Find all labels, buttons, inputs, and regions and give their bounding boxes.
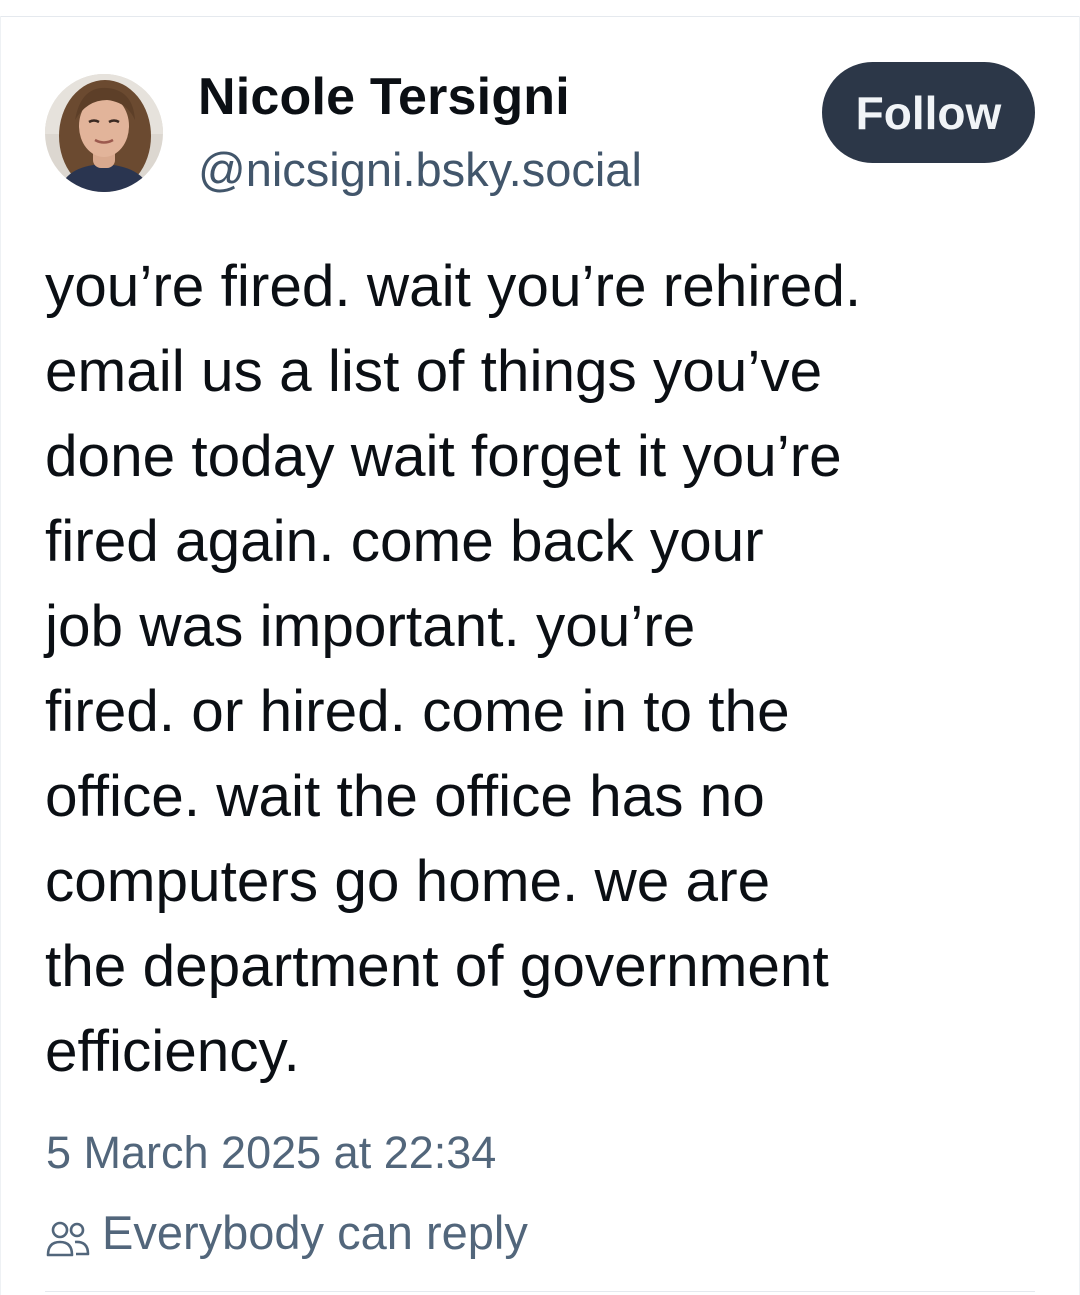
top-divider <box>0 16 1080 17</box>
post-text-line: fired again. come back your <box>45 509 764 574</box>
avatar-photo-icon <box>45 74 163 192</box>
bottom-divider <box>45 1291 1035 1292</box>
post-text-line: the department of government <box>45 934 829 999</box>
author-display-name[interactable]: Nicole Tersigni <box>198 64 570 130</box>
author-handle[interactable]: @nicsigni.bsky.social <box>198 138 642 202</box>
avatar[interactable] <box>45 74 163 192</box>
post-text-line: email us a list of things you’ve <box>45 339 823 404</box>
people-icon <box>46 1215 90 1257</box>
post-text-line: efficiency. <box>45 1019 300 1084</box>
post-text-line: you’re fired. wait you’re rehired. <box>45 254 862 319</box>
reply-setting[interactable]: Everybody can reply <box>46 1202 528 1262</box>
post-text-line: office. wait the office has no <box>45 764 765 829</box>
left-border <box>0 16 1 1295</box>
follow-button[interactable]: Follow <box>822 62 1035 163</box>
post-text-line: done today wait forget it you’re <box>45 424 842 489</box>
reply-setting-label: Everybody can reply <box>102 1205 528 1259</box>
post-text-line: computers go home. we are <box>45 849 771 914</box>
post-text-line: job was important. you’re <box>45 594 696 659</box>
post-text: you’re fired. wait you’re rehired. email… <box>45 244 1055 1094</box>
post-timestamp[interactable]: 5 March 2025 at 22:34 <box>46 1124 496 1182</box>
post-text-line: fired. or hired. come in to the <box>45 679 790 744</box>
post-card: Nicole Tersigni @nicsigni.bsky.social Fo… <box>0 0 1080 1295</box>
